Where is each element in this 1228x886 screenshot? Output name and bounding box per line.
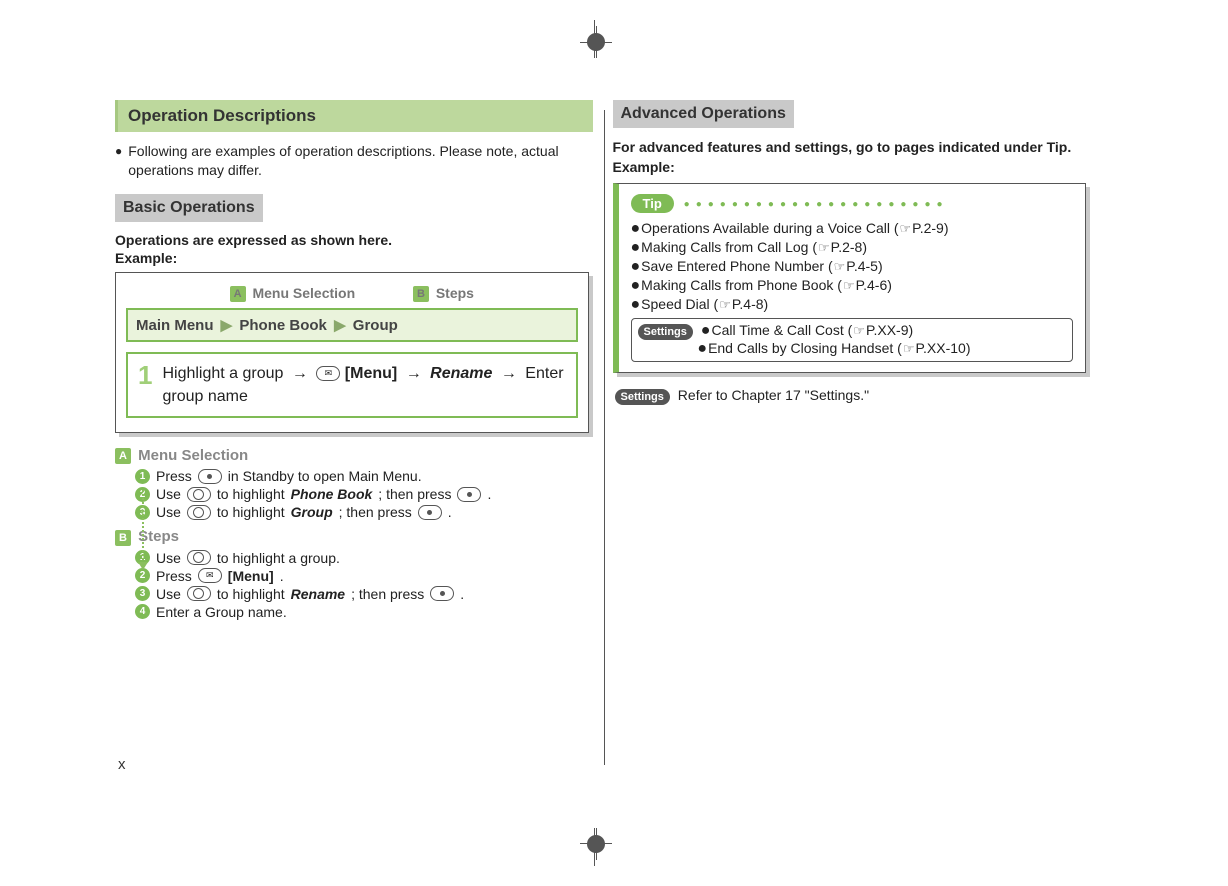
tip-line-4: ●Making Calls from Phone Book (P.4-6) bbox=[631, 277, 1074, 295]
breadcrumb-2: Phone Book bbox=[239, 317, 327, 334]
label-a-icon: A bbox=[115, 448, 131, 464]
right-column: Advanced Operations For advanced feature… bbox=[613, 100, 1091, 622]
nav-key-icon bbox=[187, 505, 211, 520]
example-label: Example: bbox=[115, 250, 593, 266]
circled-4-icon: 4 bbox=[135, 604, 150, 619]
arrow-icon: → bbox=[406, 365, 422, 382]
tip-line-1: ●Operations Available during a Voice Cal… bbox=[631, 220, 1074, 238]
crop-mark bbox=[587, 835, 605, 853]
pointer-icon bbox=[833, 258, 847, 274]
label-b-icon: B bbox=[115, 530, 131, 546]
expl-b-title: Steps bbox=[138, 528, 179, 545]
intro-text: Following are examples of operation desc… bbox=[128, 142, 592, 180]
step-box: 1 Highlight a group → [Menu] → Rename → … bbox=[126, 352, 578, 418]
step-part-1: Highlight a group bbox=[162, 365, 283, 382]
circled-3-icon: 3 bbox=[135, 586, 150, 601]
advanced-lead: For advanced features and settings, go t… bbox=[613, 138, 1091, 157]
settings-pill: Settings bbox=[615, 389, 670, 405]
nav-key-icon bbox=[187, 487, 211, 502]
circled-1-icon: 1 bbox=[135, 469, 150, 484]
dotted-arrow-icon bbox=[138, 562, 148, 570]
triangle-icon: ▶ bbox=[334, 317, 346, 334]
settings-frame: Settings ●Call Time & Call Cost (P.XX-9)… bbox=[631, 318, 1074, 362]
example-frame: A Menu Selection B Steps Main Menu ▶ Pho… bbox=[115, 272, 589, 434]
center-key-icon bbox=[418, 505, 442, 520]
center-key-icon bbox=[198, 469, 222, 484]
tip-line-5: ●Speed Dial (P.4-8) bbox=[631, 296, 1074, 314]
pointer-icon bbox=[718, 296, 732, 312]
settings-line-2: ●End Calls by Closing Handset (P.XX-10) bbox=[697, 340, 970, 356]
tip-line-3: ●Save Entered Phone Number (P.4-5) bbox=[631, 258, 1074, 276]
arrow-icon: → bbox=[292, 365, 308, 382]
subheading-advanced-operations: Advanced Operations bbox=[613, 100, 794, 128]
step-menu: [Menu] bbox=[345, 365, 397, 382]
settings-reference: Settings Refer to Chapter 17 "Settings." bbox=[615, 387, 1091, 405]
arrow-icon: → bbox=[501, 365, 517, 382]
step-number: 1 bbox=[138, 362, 152, 388]
page-number: x bbox=[118, 756, 126, 773]
nav-key-icon bbox=[187, 550, 211, 565]
example-label-right: Example: bbox=[613, 159, 1091, 175]
expl-a-heading: A Menu Selection bbox=[115, 447, 593, 464]
pointer-icon bbox=[902, 340, 916, 356]
mail-key-icon bbox=[316, 366, 340, 381]
section-title-operation-descriptions: Operation Descriptions bbox=[115, 100, 593, 132]
explanation-b: B Steps 1 Use to highlight a group. 2 Pr… bbox=[115, 528, 593, 619]
settings-pill: Settings bbox=[638, 324, 693, 340]
mail-key-icon bbox=[198, 568, 222, 583]
expl-b-item-1: 1 Use to highlight a group. bbox=[135, 550, 593, 566]
expl-b-item-4: 4 Enter a Group name. bbox=[135, 604, 593, 620]
breadcrumb-3: Group bbox=[353, 317, 398, 334]
tip-line-2: ●Making Calls from Call Log (P.2-8) bbox=[631, 239, 1074, 257]
triangle-icon: ▶ bbox=[221, 317, 233, 334]
center-key-icon bbox=[430, 586, 454, 601]
settings-ref-text: Refer to Chapter 17 "Settings." bbox=[678, 387, 869, 403]
circled-2-icon: 2 bbox=[135, 568, 150, 583]
expl-a-item-3: 3 Use to highlight Group; then press . bbox=[135, 504, 593, 520]
pointer-icon bbox=[852, 322, 866, 338]
label-b-icon: B bbox=[413, 286, 429, 302]
bullet-icon: ● bbox=[115, 142, 122, 161]
pointer-icon bbox=[899, 220, 913, 236]
dotted-connector bbox=[142, 490, 144, 564]
callout-row: A Menu Selection B Steps bbox=[126, 285, 578, 302]
step-rename: Rename bbox=[430, 365, 492, 382]
expl-b-item-2: 2 Press [Menu]. bbox=[135, 568, 593, 584]
left-column: Operation Descriptions ● Following are e… bbox=[115, 100, 593, 622]
menu-breadcrumb: Main Menu ▶ Phone Book ▶ Group bbox=[126, 308, 578, 342]
label-a-icon: A bbox=[230, 286, 246, 302]
center-key-icon bbox=[457, 487, 481, 502]
pointer-icon bbox=[842, 277, 856, 293]
intro-line: ● Following are examples of operation de… bbox=[115, 142, 593, 180]
basic-lead: Operations are expressed as shown here. bbox=[115, 232, 593, 248]
expl-a-item-2: 2 Use to highlight Phone Book; then pres… bbox=[135, 486, 593, 502]
expl-b-item-3: 3 Use to highlight Rename; then press . bbox=[135, 586, 593, 602]
nav-key-icon bbox=[187, 586, 211, 601]
dots-decoration-icon: ●●●●●●●●●●●●●●●●●●●●●● bbox=[684, 199, 949, 210]
expl-a-title: Menu Selection bbox=[138, 447, 248, 464]
callout-a: Menu Selection bbox=[252, 285, 355, 301]
subheading-basic-operations: Basic Operations bbox=[115, 194, 263, 222]
expl-b-heading: B Steps bbox=[115, 528, 593, 545]
step-text: Highlight a group → [Menu] → Rename → En… bbox=[162, 362, 565, 408]
tip-label: Tip bbox=[631, 194, 674, 213]
pointer-icon bbox=[817, 239, 831, 255]
explanation-a: A Menu Selection 1 Press in Standby to o… bbox=[115, 447, 593, 520]
expl-a-item-1: 1 Press in Standby to open Main Menu. bbox=[135, 468, 593, 484]
tip-box: Tip ●●●●●●●●●●●●●●●●●●●●●● ●Operations A… bbox=[613, 183, 1087, 373]
tip-header: Tip ●●●●●●●●●●●●●●●●●●●●●● bbox=[631, 194, 1074, 219]
breadcrumb-1: Main Menu bbox=[136, 317, 214, 334]
settings-line-1: ●Call Time & Call Cost (P.XX-9) bbox=[701, 322, 913, 338]
crop-mark bbox=[587, 33, 605, 51]
callout-b: Steps bbox=[436, 285, 474, 301]
